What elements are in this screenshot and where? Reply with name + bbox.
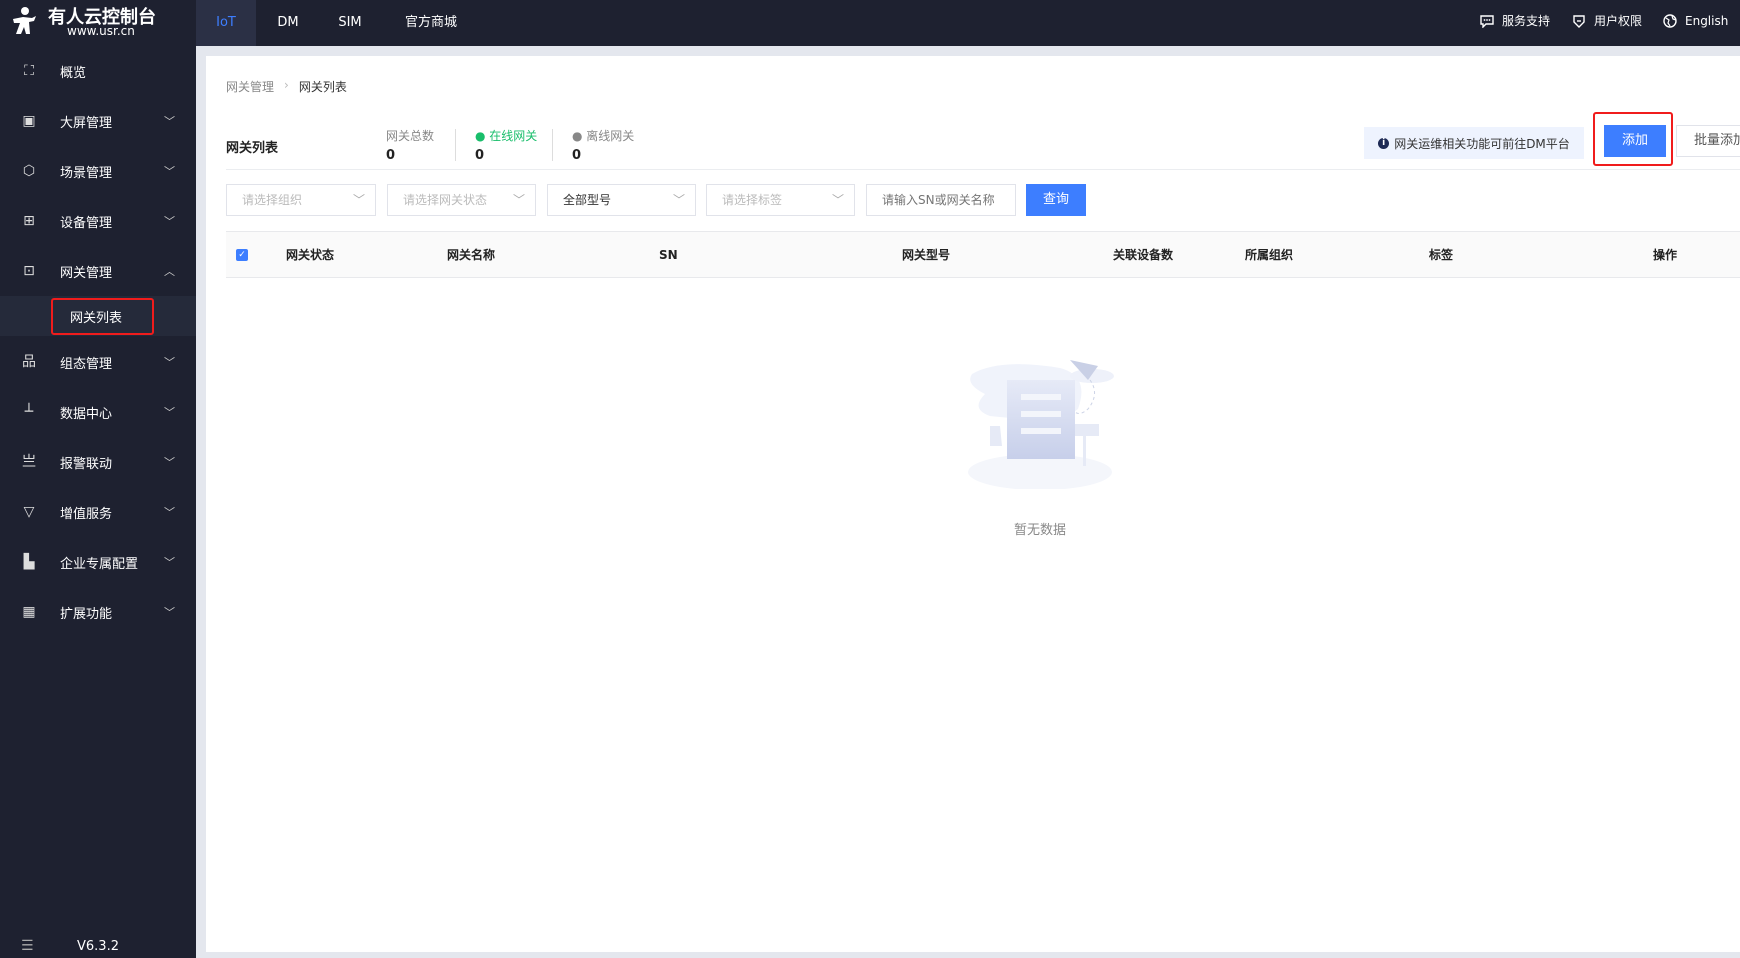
sidebar-item-alarm[interactable]: 亗报警联动 ﹀ — [0, 437, 196, 487]
sidebar-item-value-added[interactable]: ▽ 增值服务 ﹀ — [0, 487, 196, 537]
user-permission-link[interactable]: 用户权限 — [1572, 0, 1642, 42]
chevron-down-icon: ﹀ — [164, 356, 175, 369]
tag-select[interactable]: 请选择标签 ﹀ — [706, 184, 855, 216]
sidebar-item-extensions[interactable]: ▦ 扩展功能 ﹀ — [0, 587, 196, 637]
sidebar-item-data-center[interactable]: ┴ 数据中心 ﹀ — [0, 387, 196, 437]
breadcrumb: 网关管理 › 网关列表 — [226, 78, 347, 95]
column-header: 网关名称 — [447, 248, 496, 262]
scene-icon: ⬡ — [22, 163, 36, 179]
online-dot-icon: ● — [475, 129, 490, 143]
main-panel: 网关管理 › 网关列表 网关列表 网关总数 0 ● 在线网关 0 ● 离线网关 … — [206, 56, 1740, 952]
column-header: SN — [659, 248, 678, 262]
column-header: 网关型号 — [902, 248, 951, 262]
language-link[interactable]: English — [1663, 0, 1728, 42]
column-header: 标签 — [1429, 248, 1454, 262]
user-permission-label: 用户权限 — [1594, 14, 1643, 28]
sidebar-item-gateway[interactable]: ⊡ 网关管理 ︿ — [0, 246, 196, 296]
column-header: 操作 — [1653, 248, 1678, 262]
divider — [552, 129, 553, 161]
empty-state-illustration — [968, 360, 1114, 489]
collapse-menu-icon[interactable]: ☰ — [21, 938, 34, 954]
sidebar-item-scene[interactable]: ⬡ 场景管理 ﹀ — [0, 146, 196, 196]
highlight-box — [51, 298, 154, 335]
status-select[interactable]: 请选择网关状态 ﹀ — [387, 184, 536, 216]
stat-total-value: 0 — [386, 148, 396, 163]
stat-online-value: 0 — [475, 148, 485, 163]
chevron-down-icon: ﹀ — [164, 406, 175, 419]
sidebar-item-overview[interactable]: ⛶ 概览 — [0, 46, 196, 96]
add-button[interactable]: 添加 — [1604, 125, 1666, 157]
chevron-down-icon: ﹀ — [672, 193, 685, 207]
sidebar-item-screen[interactable]: ▣ 大屏管理 ﹀ — [0, 96, 196, 146]
table-header: ✓ 网关状态 网关名称 SN 网关型号 关联设备数 所属组织 标签 操作 — [226, 231, 1740, 278]
select-all-checkbox[interactable]: ✓ — [236, 249, 248, 261]
building-icon: ▙ — [23, 554, 35, 570]
service-support-link[interactable]: 服务支持 — [1480, 0, 1550, 42]
chevron-down-icon: ﹀ — [164, 215, 175, 228]
stat-offline-value: 0 — [572, 148, 582, 163]
chevron-down-icon: ﹀ — [164, 606, 175, 619]
org-select[interactable]: 请选择组织 ﹀ — [226, 184, 376, 216]
sidebar-subitem-gateway-list[interactable]: 网关列表 — [0, 296, 196, 336]
diamond-icon: ▽ — [23, 504, 35, 520]
chat-icon — [1480, 15, 1494, 28]
column-header: 网关状态 — [286, 248, 335, 262]
stat-online-label: ● 在线网关 — [475, 129, 538, 143]
chevron-down-icon: ﹀ — [164, 556, 175, 569]
stat-offline-label: ● 离线网关 — [572, 129, 635, 143]
breadcrumb-current: 网关列表 — [298, 80, 347, 94]
sidebar: ⛶ 概览 ▣ 大屏管理 ﹀ ⬡ 场景管理 ﹀ ⊞ 设备管理 ﹀ ⊡ 网关管理 ︿ 网关列表 品组态… — [0, 46, 196, 958]
divider — [455, 129, 456, 161]
batch-add-button[interactable]: 批量添加 — [1676, 125, 1740, 157]
brand-url: www.usr.cn — [67, 24, 135, 38]
chevron-down-icon: ﹀ — [831, 193, 844, 207]
info-icon: i — [1378, 137, 1390, 149]
sidebar-item-enterprise[interactable]: ▙ 企业专属配置 ﹀ — [0, 537, 196, 587]
column-header: 关联设备数 — [1113, 248, 1174, 262]
chevron-down-icon: ﹀ — [512, 193, 525, 207]
info-banner-text: 网关运维相关功能可前往DM平台 — [1394, 136, 1570, 151]
tab-store[interactable]: 官方商城 — [396, 0, 466, 46]
chart-icon: ┴ — [24, 404, 34, 420]
page-title: 网关列表 — [226, 141, 279, 156]
screen-icon: ▣ — [22, 113, 36, 129]
chevron-down-icon: ﹀ — [164, 165, 175, 178]
info-banner: i 网关运维相关功能可前往DM平台 — [1364, 127, 1584, 159]
breadcrumb-parent[interactable]: 网关管理 — [226, 78, 274, 95]
breadcrumb-separator-icon: › — [284, 78, 289, 92]
sidebar-item-device[interactable]: ⊞ 设备管理 ﹀ — [0, 196, 196, 246]
service-support-label: 服务支持 — [1502, 14, 1551, 28]
chevron-up-icon: ︿ — [164, 265, 175, 278]
column-header: 所属组织 — [1245, 248, 1294, 262]
top-header: 有人云控制台 www.usr.cn IoT DM SIM 官方商城 服务支持 用… — [0, 0, 1740, 46]
chevron-down-icon: ﹀ — [352, 193, 365, 207]
stat-total-label: 网关总数 — [386, 129, 435, 143]
empty-state-text: 暂无数据 — [1013, 523, 1066, 538]
tab-iot[interactable]: IoT — [196, 0, 256, 46]
topology-icon: 品 — [22, 354, 36, 370]
device-icon: ⊞ — [23, 213, 35, 229]
model-select[interactable]: 全部型号 ﹀ — [547, 184, 696, 216]
logo-icon — [13, 7, 36, 34]
search-input[interactable] — [866, 184, 1016, 216]
sidebar-item-topology[interactable]: 品组态管理 ﹀ — [0, 337, 196, 387]
globe-icon — [1663, 14, 1677, 28]
query-button[interactable]: 查询 — [1026, 184, 1086, 216]
chevron-down-icon: ﹀ — [164, 456, 175, 469]
chevron-down-icon: ﹀ — [164, 115, 175, 128]
version-label: V6.3.2 — [77, 939, 119, 954]
tab-sim[interactable]: SIM — [328, 0, 372, 46]
alarm-icon: 亗 — [22, 454, 36, 470]
gateway-icon: ⊡ — [23, 263, 35, 279]
tab-dm[interactable]: DM — [266, 0, 310, 46]
chevron-down-icon: ﹀ — [164, 506, 175, 519]
shield-icon — [1573, 15, 1585, 28]
language-label: English — [1685, 14, 1729, 28]
grid-icon: ▦ — [22, 604, 36, 620]
divider — [226, 169, 1740, 170]
overview-icon: ⛶ — [24, 63, 34, 79]
offline-dot-icon: ● — [572, 129, 587, 143]
